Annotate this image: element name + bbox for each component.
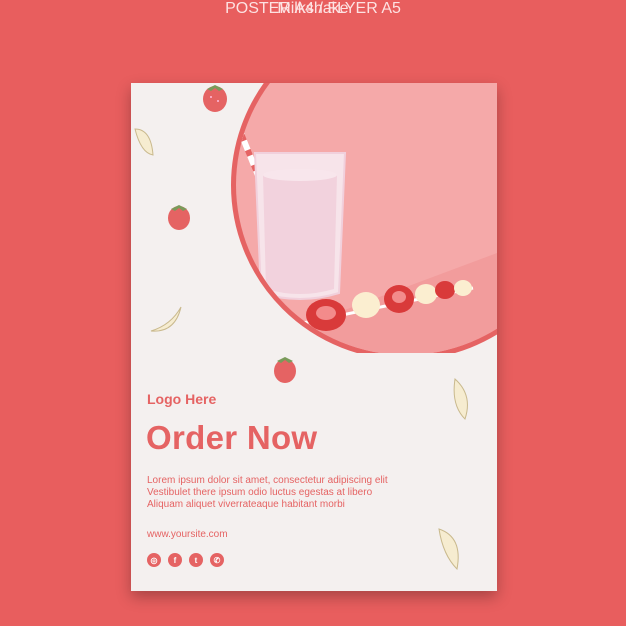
banana-icon bbox=[134, 128, 154, 156]
body-line: Aliquam aliquet viverrateaque habitant m… bbox=[147, 499, 345, 510]
milkshake-photo bbox=[223, 83, 497, 353]
facebook-icon[interactable]: f bbox=[168, 553, 182, 567]
poster-card: Logo Here Order Now Lorem ipsum dolor si… bbox=[131, 83, 497, 591]
banana-icon bbox=[150, 306, 182, 332]
twitter-icon[interactable]: t bbox=[189, 553, 203, 567]
body-line: Lorem ipsum dolor sit amet, consectetur … bbox=[147, 475, 388, 486]
logo-text: Logo Here bbox=[147, 391, 217, 407]
strawberry-icon bbox=[168, 205, 190, 230]
social-icons: ◎ f t ✆ bbox=[147, 553, 224, 567]
banana-icon bbox=[453, 378, 468, 420]
strawberry-icon bbox=[203, 85, 227, 112]
whatsapp-icon[interactable]: ✆ bbox=[210, 553, 224, 567]
banana-icon bbox=[438, 528, 459, 571]
body-line: Vestibulet there ipsum odio luctus egest… bbox=[147, 487, 373, 498]
instagram-icon[interactable]: ◎ bbox=[147, 553, 161, 567]
headline: Order Now bbox=[146, 419, 318, 456]
body-text: Lorem ipsum dolor sit amet, consectetur … bbox=[147, 475, 447, 511]
website-link[interactable]: www.yoursite.com bbox=[147, 529, 228, 540]
header-subtitle: Milkshake bbox=[277, 0, 349, 17]
strawberry-icon bbox=[274, 357, 296, 383]
